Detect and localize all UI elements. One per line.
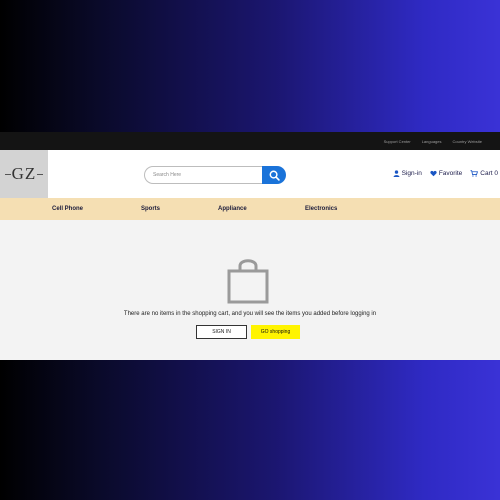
user-icon <box>393 170 400 177</box>
search-input[interactable] <box>144 166 262 184</box>
header-actions: Sign-in Favorite Cart 0 <box>393 170 498 177</box>
empty-cart-section: There are no items in the shopping cart,… <box>0 220 500 360</box>
cart-icon <box>470 170 479 177</box>
empty-cart-message: There are no items in the shopping cart,… <box>123 311 377 317</box>
nav-item-cell-phone[interactable]: Cell Phone <box>52 198 83 220</box>
nav-item-electronics[interactable]: Electronics <box>305 198 337 220</box>
site-header: GZ Sign-in <box>0 150 500 198</box>
logo-text: GZ <box>4 164 43 183</box>
cart-link[interactable]: Cart 0 <box>470 170 498 177</box>
logo[interactable]: GZ <box>0 150 48 198</box>
nav-item-sports[interactable]: Sports <box>141 198 160 220</box>
country-website-link[interactable]: Country Website <box>453 139 483 144</box>
search-bar <box>144 166 286 184</box>
shopping-bag-icon <box>227 259 269 304</box>
signin-button[interactable]: SIGN IN <box>196 325 247 339</box>
website-frame: Support Center Languages Country Website… <box>0 132 500 360</box>
category-nav: Cell Phone Sports Appliance Electronics <box>0 198 500 220</box>
nav-item-appliance[interactable]: Appliance <box>218 198 247 220</box>
support-center-link[interactable]: Support Center <box>384 139 411 144</box>
go-shopping-button[interactable]: GO shopping <box>251 325 300 339</box>
favorite-link[interactable]: Favorite <box>430 170 462 177</box>
cart-label: Cart 0 <box>480 170 498 177</box>
search-icon <box>269 170 280 181</box>
search-button[interactable] <box>262 166 286 184</box>
heart-icon <box>430 170 437 177</box>
languages-link[interactable]: Languages <box>422 139 442 144</box>
signin-link[interactable]: Sign-in <box>393 170 422 177</box>
signin-label: Sign-in <box>401 170 422 177</box>
favorite-label: Favorite <box>438 170 463 177</box>
top-utility-bar: Support Center Languages Country Website <box>0 132 500 150</box>
